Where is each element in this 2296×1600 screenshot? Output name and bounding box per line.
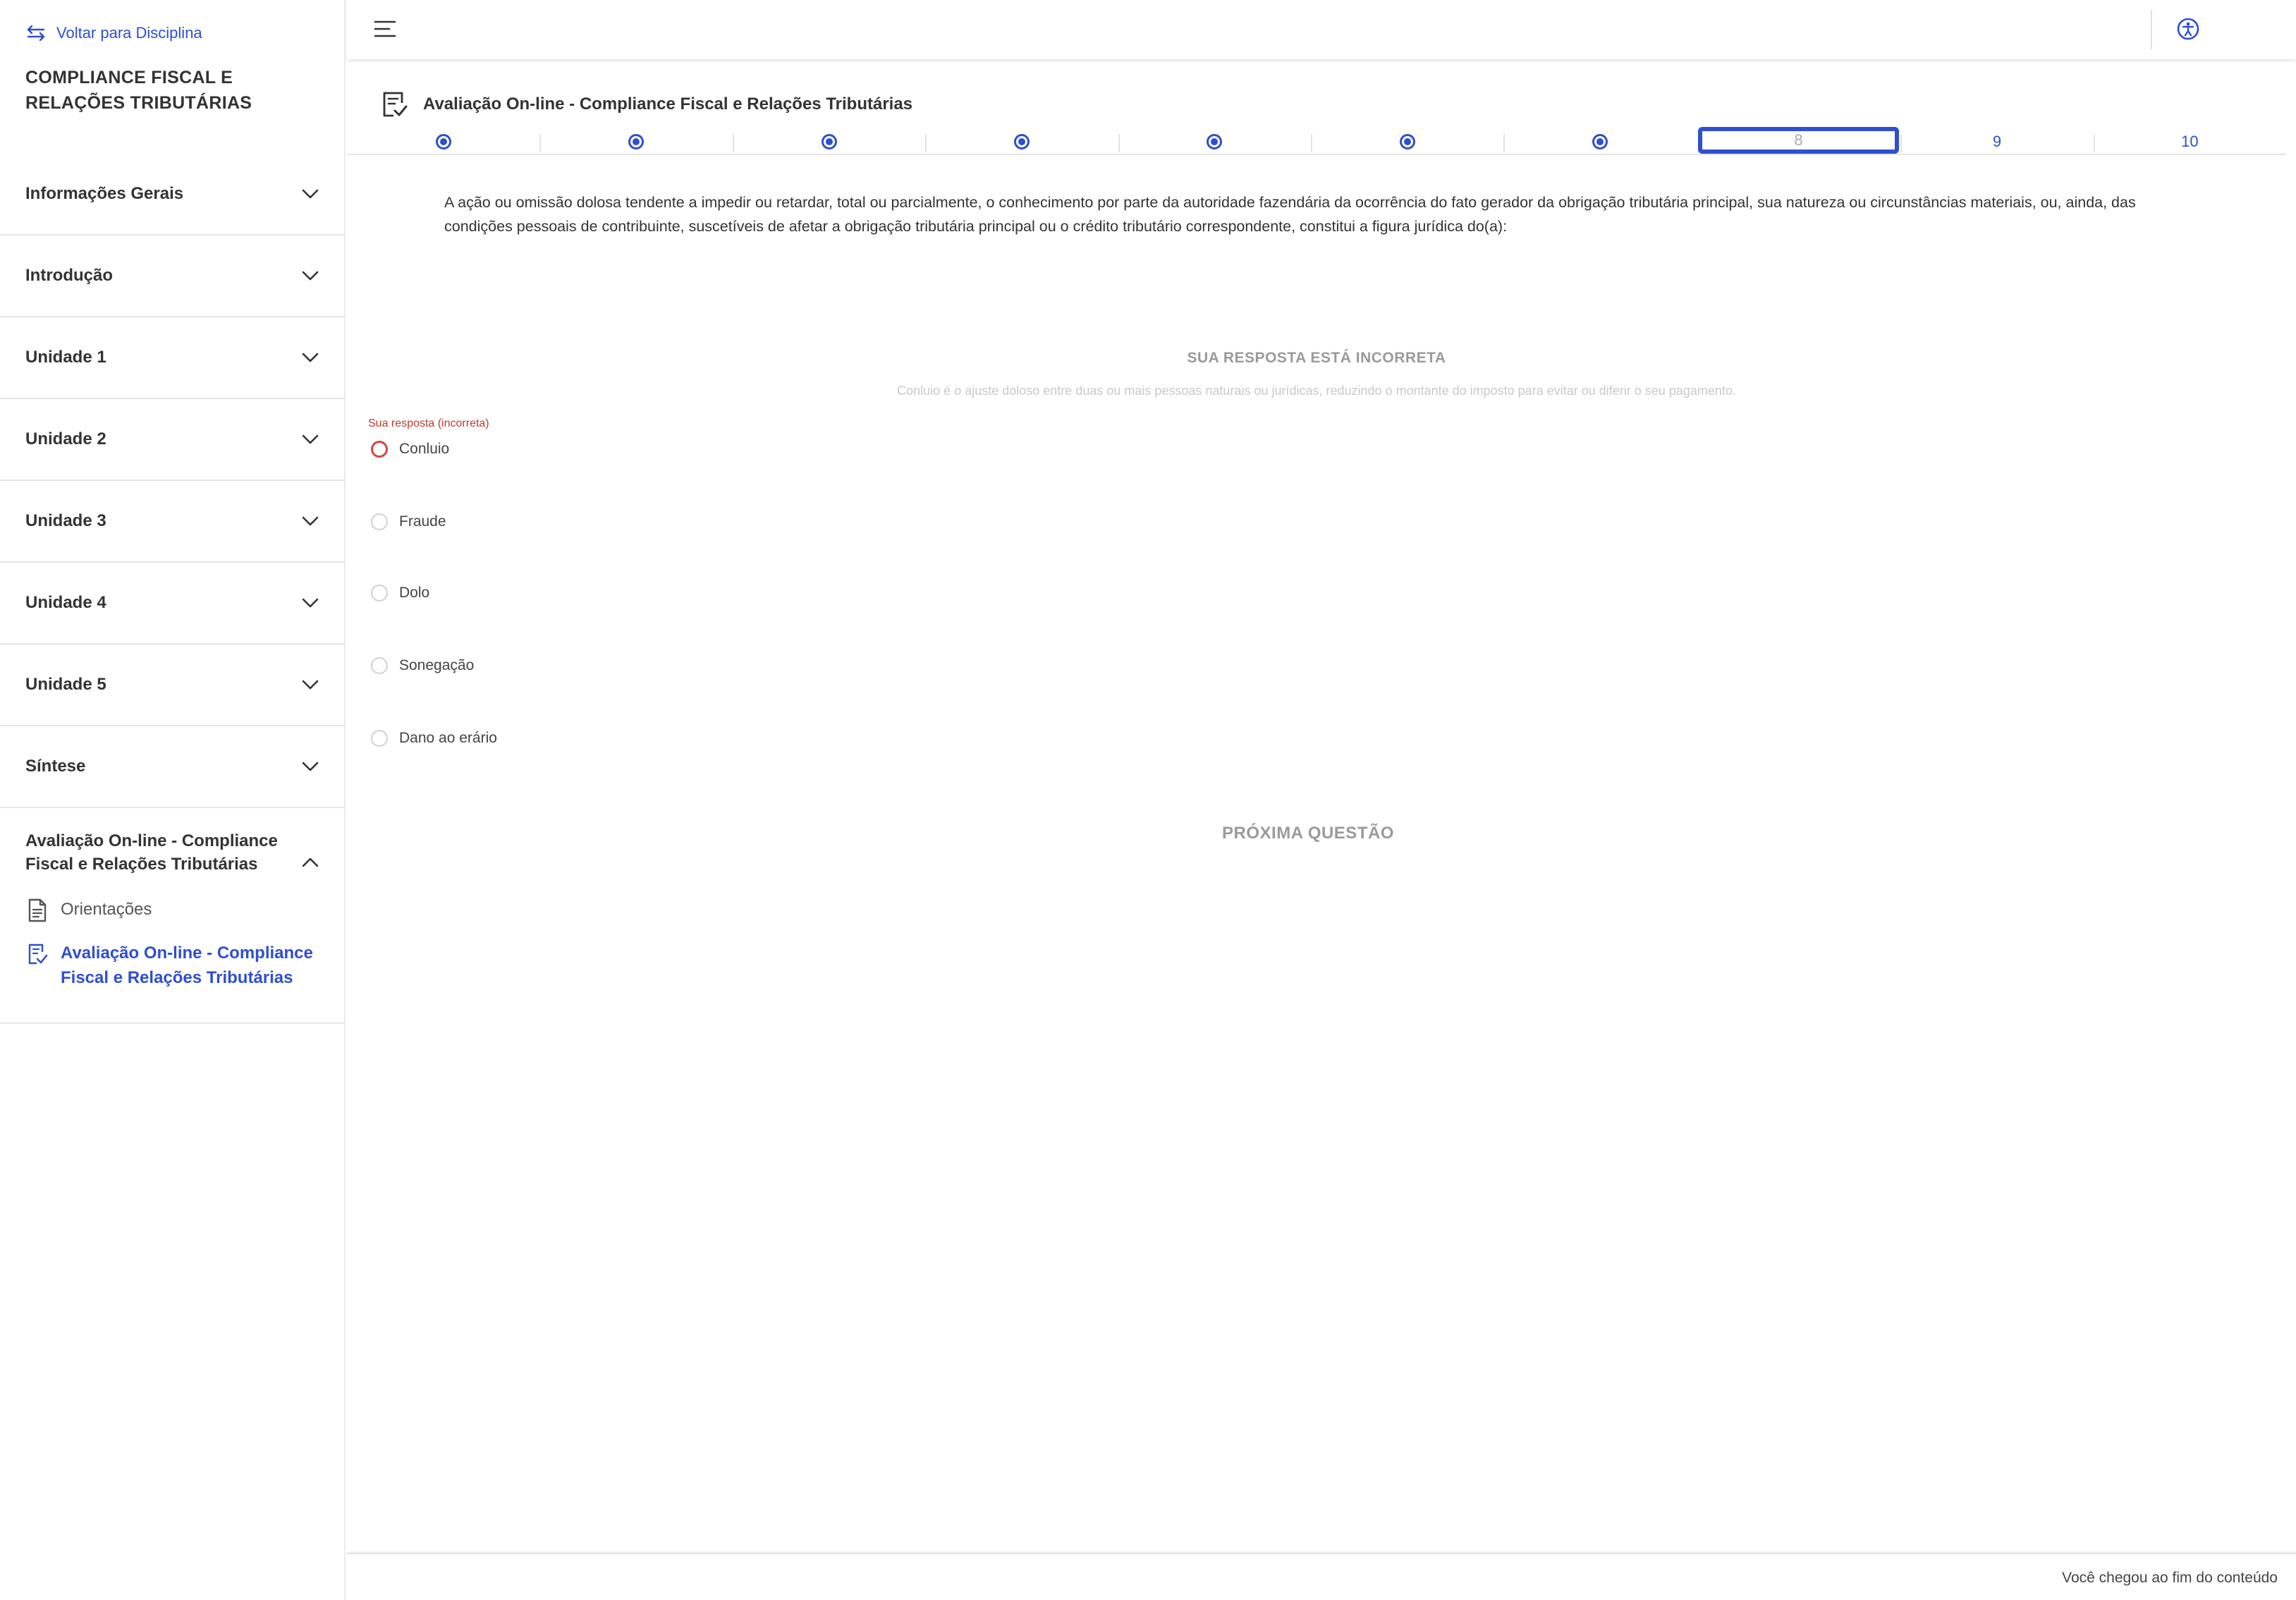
sidebar-item-unidade-4[interactable]: Unidade 4 bbox=[0, 563, 346, 645]
answer-option-label: Sonegação bbox=[399, 657, 475, 673]
answer-option-sonegacao[interactable]: Sonegação bbox=[371, 648, 497, 683]
question-nav-item-4[interactable] bbox=[925, 130, 1118, 154]
your-answer-label: Sua resposta (incorreta) bbox=[368, 417, 489, 429]
sidebar-item-unidade-1[interactable]: Unidade 1 bbox=[0, 317, 346, 399]
sidebar-subitem-label: Avaliação On-line - Compliance Fiscal e … bbox=[61, 943, 313, 987]
feedback-text: Conluio é o ajuste doloso entre duas ou … bbox=[897, 384, 1736, 398]
radio-button[interactable] bbox=[371, 657, 388, 674]
accessibility-icon[interactable] bbox=[2176, 17, 2200, 41]
answer-option-conluio[interactable]: Conluio bbox=[371, 432, 497, 467]
sidebar-item-avaliacao-header[interactable]: Avaliação On-line - Compliance Fiscal e … bbox=[0, 829, 346, 876]
sidebar-item-label: Avaliação On-line - Compliance Fiscal e … bbox=[25, 831, 278, 874]
answered-dot-icon bbox=[628, 134, 645, 149]
course-title: COMPLIANCE FISCAL E RELAÇÕES TRIBUTÁRIAS bbox=[25, 68, 252, 113]
back-link-label: Voltar para Disciplina bbox=[56, 24, 202, 42]
question-nav-item-5[interactable] bbox=[1118, 130, 1311, 154]
next-question-button[interactable]: PRÓXIMA QUESTÃO bbox=[347, 824, 2269, 843]
radio-button[interactable] bbox=[371, 585, 388, 601]
answer-options: Conluio Fraude Dolo Sonegação Dano ao er… bbox=[371, 432, 497, 793]
answer-option-label: Conluio bbox=[399, 441, 450, 457]
answered-dot-icon bbox=[1399, 134, 1415, 149]
radio-button[interactable] bbox=[371, 730, 388, 747]
sidebar-item-informacoes-gerais[interactable]: Informações Gerais bbox=[0, 154, 346, 236]
swap-arrows-icon bbox=[27, 25, 45, 41]
sidebar-item-label: Unidade 4 bbox=[25, 593, 106, 612]
chevron-down-icon bbox=[302, 434, 319, 444]
sidebar-menu: Informações Gerais Introdução Unidade 1 … bbox=[0, 154, 346, 1024]
document-icon bbox=[28, 898, 47, 922]
question-nav-item-10[interactable]: 10 bbox=[2093, 130, 2286, 154]
sidebar-item-label: Síntese bbox=[25, 757, 86, 776]
sidebar-item-label: Unidade 2 bbox=[25, 429, 106, 448]
sidebar: Voltar para Disciplina COMPLIANCE FISCAL… bbox=[0, 0, 346, 1600]
answer-option-label: Dolo bbox=[399, 585, 430, 601]
quiz-icon bbox=[28, 943, 48, 965]
question-nav-item-6[interactable] bbox=[1311, 130, 1503, 154]
answered-dot-icon bbox=[435, 134, 451, 149]
sidebar-item-introducao[interactable]: Introdução bbox=[0, 236, 346, 317]
question-nav-item-9[interactable]: 9 bbox=[1900, 130, 2093, 154]
question-nav-item-8[interactable]: 8 bbox=[1697, 127, 1900, 154]
question-nav-item-1[interactable] bbox=[347, 130, 539, 154]
question-nav-item-7[interactable] bbox=[1503, 130, 1696, 154]
sidebar-item-unidade-3[interactable]: Unidade 3 bbox=[0, 481, 346, 563]
question-navigation: 8 9 10 bbox=[347, 127, 2286, 155]
sidebar-item-unidade-2[interactable]: Unidade 2 bbox=[0, 399, 346, 481]
sidebar-subitem-orientacoes[interactable]: Orientações bbox=[0, 897, 346, 922]
answered-dot-icon bbox=[821, 134, 837, 149]
question-number: 10 bbox=[2181, 133, 2199, 150]
answer-option-dolo[interactable]: Dolo bbox=[371, 575, 497, 611]
radio-button[interactable] bbox=[371, 513, 388, 530]
sidebar-subitem-avaliacao[interactable]: Avaliação On-line - Compliance Fiscal e … bbox=[0, 941, 346, 990]
end-of-content-text: Você chegou ao fim do conteúdo bbox=[2062, 1570, 2278, 1586]
sidebar-item-avaliacao-online: Avaliação On-line - Compliance Fiscal e … bbox=[0, 808, 346, 1024]
answer-option-dano-ao-erario[interactable]: Dano ao erário bbox=[371, 721, 497, 756]
question-text: A ação ou omissão dolosa tendente a impe… bbox=[444, 194, 2136, 235]
chevron-up-icon bbox=[302, 857, 319, 867]
answered-dot-icon bbox=[1207, 134, 1223, 149]
sidebar-subitem-label: Orientações bbox=[61, 900, 152, 919]
answer-option-label: Dano ao erário bbox=[399, 730, 497, 746]
sidebar-item-label: Unidade 3 bbox=[25, 511, 106, 530]
feedback-title: SUA RESPOSTA ESTÁ INCORRETA bbox=[1187, 350, 1446, 366]
answer-option-fraude[interactable]: Fraude bbox=[371, 504, 497, 539]
back-to-course-link[interactable]: Voltar para Disciplina bbox=[25, 24, 202, 42]
answered-dot-icon bbox=[1592, 134, 1608, 149]
sidebar-item-label: Unidade 1 bbox=[25, 348, 106, 367]
radio-button-incorrect[interactable] bbox=[371, 441, 388, 458]
footer: Você chegou ao fim do conteúdo bbox=[347, 1553, 2296, 1600]
sidebar-item-label: Introdução bbox=[25, 266, 113, 285]
main-content: Avaliação On-line - Compliance Fiscal e … bbox=[347, 59, 2296, 1553]
page-title: Avaliação On-line - Compliance Fiscal e … bbox=[423, 94, 913, 114]
sidebar-item-sintese[interactable]: Síntese bbox=[0, 726, 346, 808]
chevron-down-icon bbox=[302, 762, 319, 771]
sidebar-item-label: Informações Gerais bbox=[25, 184, 184, 203]
page-header: Avaliação On-line - Compliance Fiscal e … bbox=[381, 90, 912, 118]
top-bar-divider bbox=[2151, 10, 2152, 49]
quiz-icon bbox=[383, 92, 408, 117]
chevron-down-icon bbox=[302, 598, 319, 608]
answered-dot-icon bbox=[1013, 134, 1030, 149]
hamburger-icon[interactable] bbox=[374, 20, 396, 38]
question-nav-item-2[interactable] bbox=[539, 130, 732, 154]
question-nav-item-3[interactable] bbox=[732, 130, 925, 154]
chevron-down-icon bbox=[302, 516, 319, 526]
chevron-down-icon bbox=[302, 271, 319, 281]
question-number: 8 bbox=[1794, 131, 1803, 149]
chevron-down-icon bbox=[302, 189, 319, 199]
question-number: 9 bbox=[1992, 133, 2002, 150]
top-bar bbox=[347, 0, 2296, 59]
sidebar-submenu: Orientações Avaliação On-line - Complian… bbox=[0, 897, 346, 990]
answer-option-label: Fraude bbox=[399, 513, 446, 530]
chevron-down-icon bbox=[302, 680, 319, 690]
chevron-down-icon bbox=[302, 353, 319, 362]
sidebar-item-unidade-5[interactable]: Unidade 5 bbox=[0, 645, 346, 726]
sidebar-item-label: Unidade 5 bbox=[25, 675, 106, 694]
